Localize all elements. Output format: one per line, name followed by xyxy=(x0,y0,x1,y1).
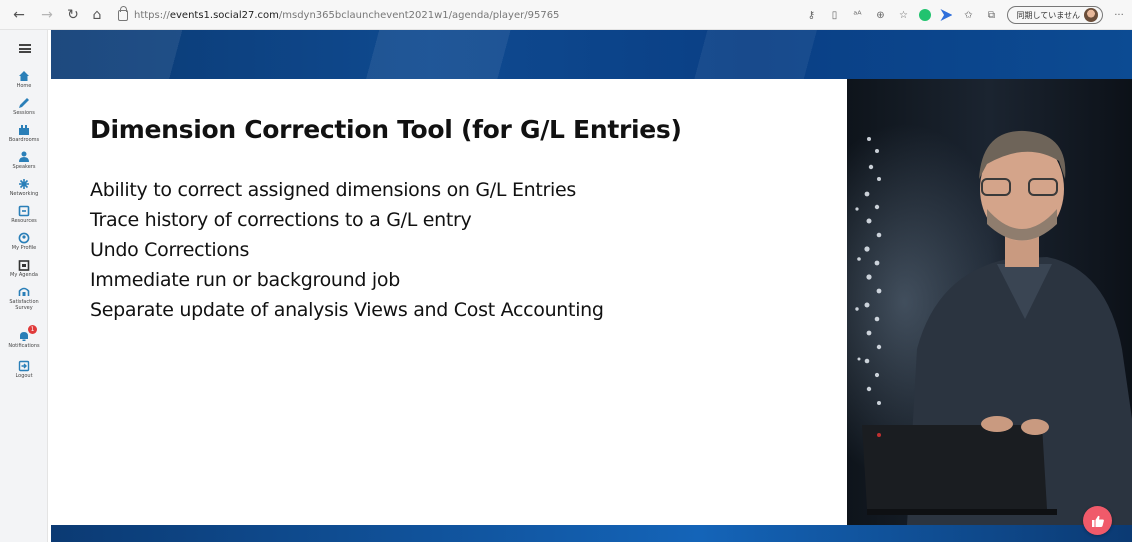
slide-bullet: Trace history of corrections to a G/L en… xyxy=(90,209,472,231)
extension-blue-icon[interactable] xyxy=(940,9,953,21)
sidebar-item-sessions[interactable]: Sessions xyxy=(0,97,48,116)
sidebar-item-label: Notifications xyxy=(8,343,40,349)
thumbs-up-icon xyxy=(1091,515,1104,527)
sidebar-item-label: Networking xyxy=(9,191,39,197)
sidebar-item-resources[interactable]: Resources xyxy=(0,205,48,224)
url-text: https://events1.social27.com/msdyn365bcl… xyxy=(134,10,559,21)
sidebar-item-boardrooms[interactable]: Boardrooms xyxy=(0,124,48,143)
home-icon xyxy=(19,71,29,81)
sidebar-item-label: My Profile xyxy=(11,245,37,251)
sidebar-item-agenda[interactable]: My Agenda xyxy=(0,259,48,278)
speaker-video[interactable] xyxy=(847,79,1132,525)
forward-icon[interactable]: → xyxy=(36,4,58,26)
reaction-button[interactable] xyxy=(1083,506,1112,535)
sync-status-button[interactable]: 同期していません xyxy=(1007,6,1103,24)
resources-icon xyxy=(18,205,30,217)
sidebar-item-logout[interactable]: Logout xyxy=(0,360,48,379)
avatar xyxy=(1084,8,1098,22)
read-aloud-icon[interactable]: ᵃᴬ xyxy=(850,8,864,22)
favorite-add-icon[interactable]: ☆ xyxy=(896,8,910,22)
sidebar-item-networking[interactable]: Networking xyxy=(0,178,48,197)
sidebar-item-label: Sessions xyxy=(13,110,35,116)
more-icon[interactable]: ··· xyxy=(1112,8,1126,22)
browser-right-controls: ⚷ ▯ ᵃᴬ ⊕ ☆ ✩ ⧉ 同期していません ··· xyxy=(804,5,1126,25)
sync-label: 同期していません xyxy=(1016,10,1080,20)
home-browser-icon[interactable]: ⌂ xyxy=(86,4,108,26)
profile-icon xyxy=(18,232,30,244)
slide-bullet: Separate update of analysis Views and Co… xyxy=(90,299,604,321)
zoom-icon[interactable]: ⊕ xyxy=(873,8,887,22)
back-icon[interactable]: ← xyxy=(8,4,30,26)
sidebar-item-label: Resources xyxy=(11,218,37,224)
sidebar-item-label: Boardrooms xyxy=(8,137,40,143)
agenda-icon xyxy=(18,260,30,271)
sidebar-item-label: Satisfaction Survey xyxy=(9,299,39,311)
sidebar-item-label: Home xyxy=(16,83,32,89)
reader-icon[interactable]: ▯ xyxy=(827,8,841,22)
menu-icon[interactable] xyxy=(19,44,31,53)
url-prefix: https:// xyxy=(134,9,170,21)
slide-bullet: Immediate run or background job xyxy=(90,269,400,291)
networking-icon xyxy=(19,179,29,189)
player-banner-top xyxy=(51,30,1132,79)
sidebar-item-profile[interactable]: My Profile xyxy=(0,232,48,251)
browser-toolbar: ← → ↻ ⌂ https://events1.social27.com/msd… xyxy=(0,0,1132,30)
slide-bullet: Ability to correct assigned dimensions o… xyxy=(90,179,577,201)
slide-title: Dimension Correction Tool (for G/L Entri… xyxy=(90,115,682,144)
favorites-icon[interactable]: ✩ xyxy=(961,8,975,22)
logout-icon xyxy=(18,360,30,372)
lock-icon xyxy=(118,5,128,21)
address-bar[interactable]: https://events1.social27.com/msdyn365bcl… xyxy=(118,5,559,24)
survey-icon xyxy=(18,287,30,296)
sidebar-item-label: My Agenda xyxy=(10,272,38,278)
refresh-icon[interactable]: ↻ xyxy=(62,4,84,26)
key-icon[interactable]: ⚷ xyxy=(804,8,818,22)
url-path: /msdyn365bclaunchevent2021w1/agenda/play… xyxy=(278,9,560,21)
slide-bullet-list: Ability to correct assigned dimensions o… xyxy=(90,176,604,326)
collections-icon[interactable]: ⧉ xyxy=(984,8,998,22)
sidebar-item-label: Speakers xyxy=(12,164,36,170)
speaker-video-image xyxy=(847,79,1132,525)
notification-badge: 1 xyxy=(28,325,37,334)
boardroom-icon xyxy=(19,125,29,135)
speaker-icon xyxy=(19,151,29,162)
sidebar-item-home[interactable]: Home xyxy=(0,70,48,89)
extension-green-icon[interactable] xyxy=(919,9,932,21)
sidebar-item-label: Logout xyxy=(15,373,33,379)
presentation-slide: Dimension Correction Tool (for G/L Entri… xyxy=(51,79,847,525)
url-host: events1.social27.com xyxy=(169,9,279,21)
sidebar-item-speakers[interactable]: Speakers xyxy=(0,151,48,170)
player-banner-bottom xyxy=(51,525,1132,542)
slide-bullet: Undo Corrections xyxy=(90,239,250,261)
sidebar-item-notifications[interactable]: 1 Notifications xyxy=(0,325,48,349)
pencil-icon xyxy=(19,98,29,108)
sidebar-item-survey[interactable]: Satisfaction Survey xyxy=(0,286,48,311)
app-sidebar: Home Sessions Boardrooms Speakers Networ… xyxy=(0,30,48,542)
